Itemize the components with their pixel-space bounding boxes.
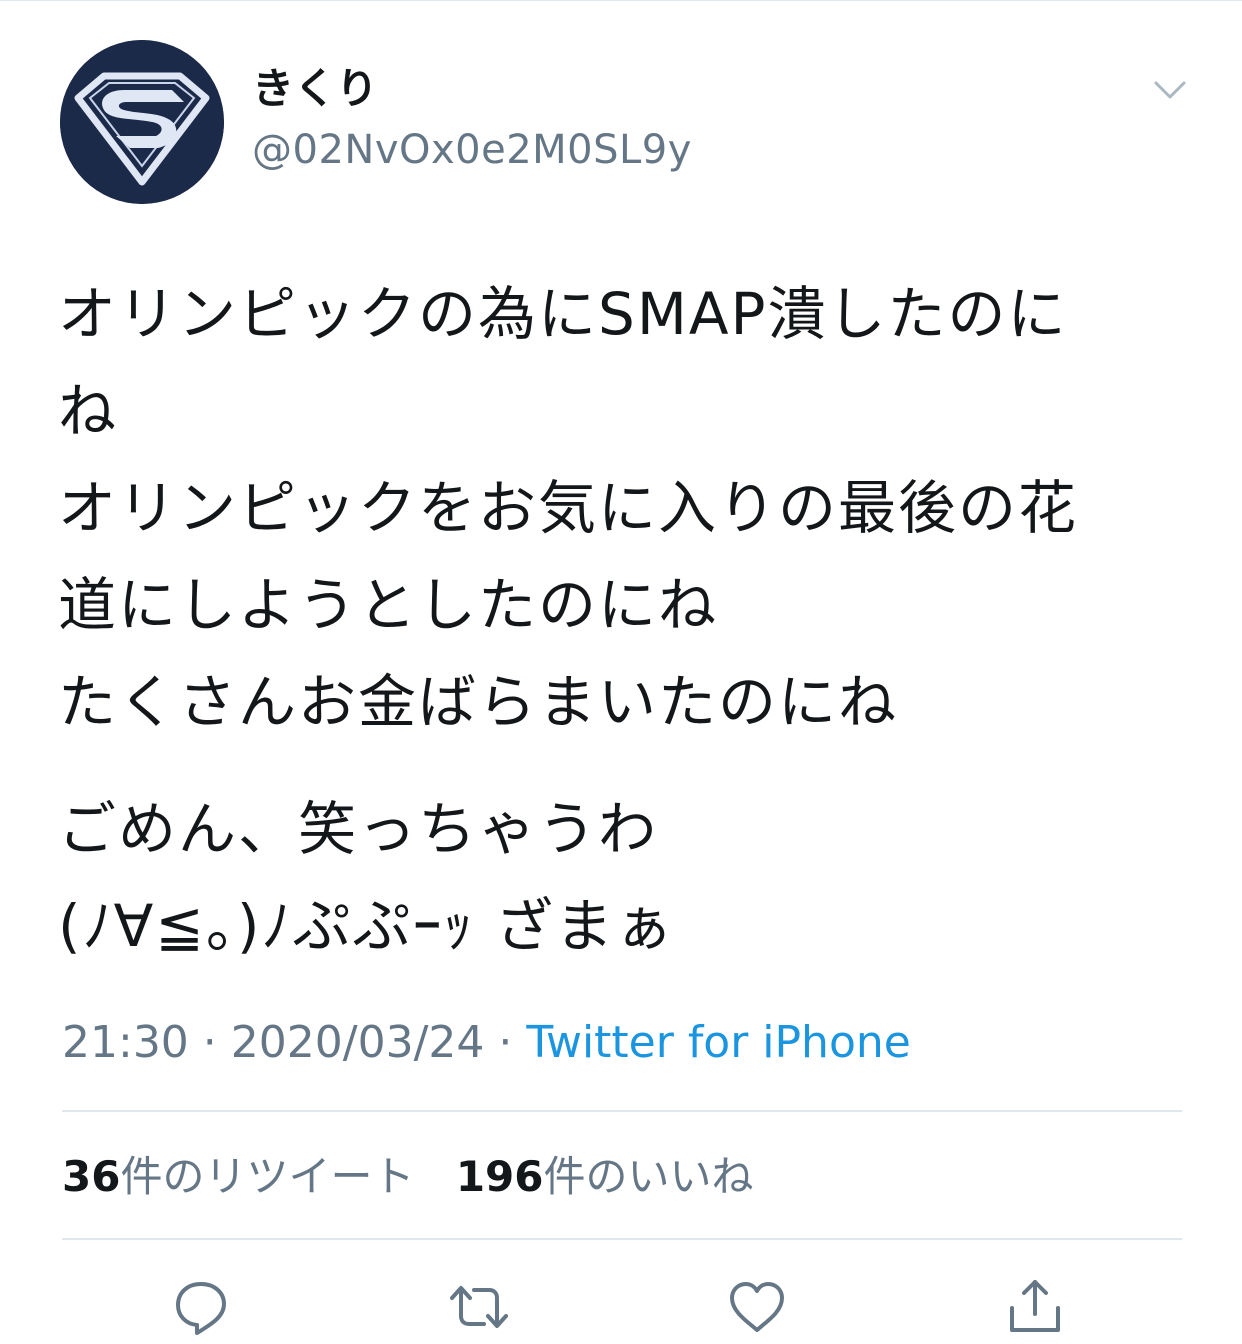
tweet-date: 2020/03/24 <box>230 1017 485 1068</box>
engagement-stats: 36件のリツイート 196件のいいね <box>62 1148 754 1206</box>
like-button[interactable] <box>722 1272 792 1342</box>
avatar[interactable] <box>60 40 224 204</box>
share-button[interactable] <box>1000 1272 1070 1342</box>
tweet-line: ごめん、笑っちゃうわ <box>58 795 659 863</box>
tweet-line: ね <box>58 377 119 445</box>
superman-s-shield-icon <box>60 40 224 204</box>
meta-separator: · <box>484 1017 527 1068</box>
tweet-line: たくさんお金ばらまいたのにね <box>58 668 899 736</box>
meta-separator: · <box>188 1017 231 1068</box>
display-name[interactable]: きくり <box>252 62 378 116</box>
retweets-count: 36 <box>62 1152 121 1201</box>
retweets-stat[interactable]: 36件のリツイート <box>62 1148 414 1206</box>
top-divider <box>0 0 1242 1</box>
divider <box>62 1238 1182 1240</box>
likes-label: 件のいいね <box>543 1152 754 1201</box>
likes-count: 196 <box>455 1152 544 1201</box>
tweet-line: オリンピックをお気に入りの最後の花 <box>58 474 1079 542</box>
heart-icon <box>730 1282 784 1332</box>
likes-stat[interactable]: 196件のいいね <box>456 1148 754 1206</box>
tweet-meta: 21:30 · 2020/03/24 · Twitter for iPhone <box>62 1014 911 1072</box>
chevron-down-icon <box>1154 81 1186 99</box>
retweet-arrows-icon <box>450 1286 508 1328</box>
reply-bubble-icon <box>176 1282 226 1335</box>
retweet-button[interactable] <box>444 1272 514 1342</box>
retweets-label: 件のリツイート <box>120 1152 415 1201</box>
user-handle[interactable]: @02NvOx0e2M0SL9y <box>252 124 692 176</box>
tweet-source-link[interactable]: Twitter for iPhone <box>526 1017 910 1068</box>
divider <box>62 1110 1182 1112</box>
tweet-time: 21:30 <box>62 1017 189 1068</box>
share-upload-icon <box>1010 1280 1060 1332</box>
tweet-line: 道にしようとしたのにね <box>58 571 719 639</box>
reply-button[interactable] <box>166 1272 236 1342</box>
tweet-text: オリンピックの為にSMAP潰したのに ね オリンピックをお気に入りの最後の花 道… <box>58 266 1182 975</box>
more-options-button[interactable] <box>1148 70 1192 110</box>
tweet-line: オリンピックの為にSMAP潰したのに <box>58 280 1068 348</box>
tweet-line: (ﾉ∀≦。)ﾉぷぷｰｯ ざまぁ <box>58 892 675 960</box>
action-bar <box>0 1268 1242 1344</box>
